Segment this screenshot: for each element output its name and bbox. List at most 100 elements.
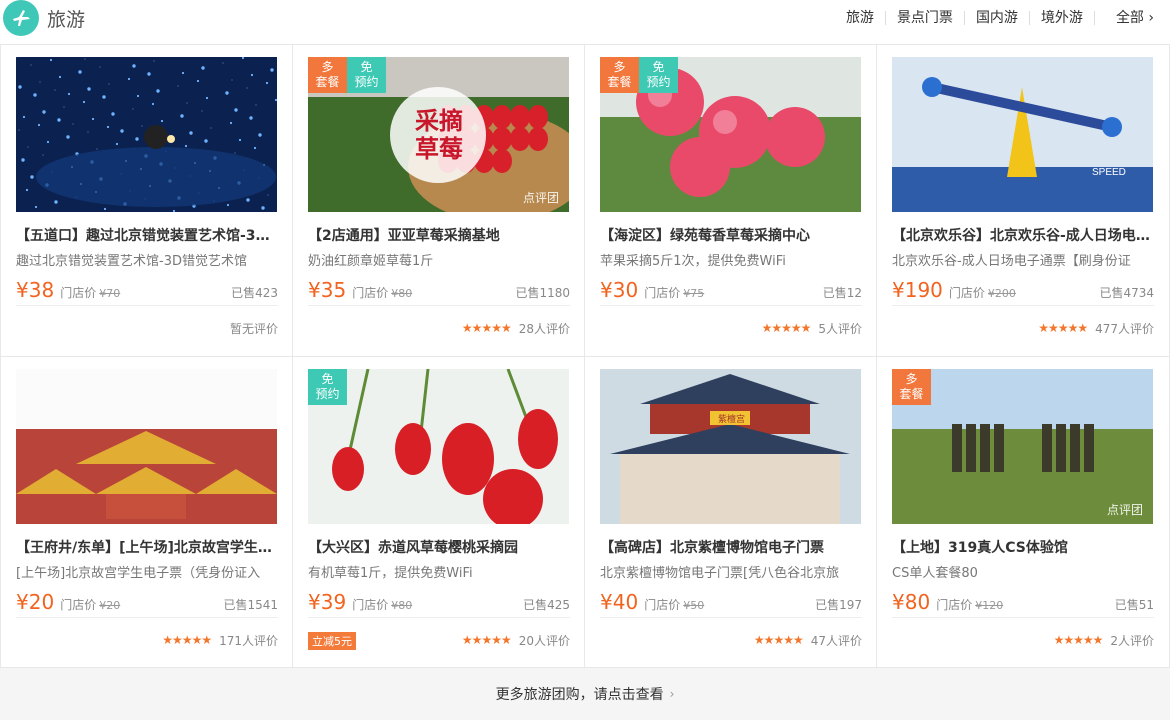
star-rating-icon: ★★★★★ bbox=[1053, 633, 1104, 647]
category-heading: 旅游 bbox=[0, 0, 85, 36]
review-count[interactable]: 5人评价 bbox=[818, 320, 862, 337]
star-rating-icon: ★★★★★ bbox=[461, 321, 512, 335]
original-price-label: 门店价 bbox=[60, 286, 97, 300]
review-count[interactable]: 28人评价 bbox=[519, 320, 570, 337]
deal-title[interactable]: 【五道口】趣过北京错觉装置艺术馆-3D错觉艺术馆 bbox=[16, 225, 278, 245]
deal-card[interactable]: 【王府井/东单】[上午场]北京故宫学生电子票 [上午场]北京故宫学生电子票（凭身… bbox=[1, 357, 293, 669]
original-price-label: 门店价 bbox=[60, 598, 97, 612]
original-price: ¥70 bbox=[99, 287, 121, 300]
deal-image[interactable] bbox=[16, 369, 277, 524]
star-rating-icon: ★★★★★ bbox=[162, 633, 212, 647]
price-row: ¥20 门店价 ¥20 已售1541 bbox=[16, 590, 278, 618]
price-row: ¥35 门店价 ¥80 已售1180 bbox=[308, 278, 570, 306]
original-price-label: 门店价 bbox=[644, 598, 681, 612]
price-row: ¥40 门店价 ¥50 已售197 bbox=[600, 590, 862, 618]
deal-card[interactable]: 免预约 【大兴区】赤道风草莓樱桃采摘园 有机草莓1斤，提供免费WiFi ¥39 … bbox=[293, 357, 585, 669]
deal-price: ¥40 bbox=[600, 590, 639, 614]
star-rating-icon: ★★★★★ bbox=[1038, 321, 1088, 335]
deal-tag: 免预约 bbox=[308, 369, 347, 405]
deal-price: ¥39 bbox=[308, 590, 347, 614]
deal-image[interactable]: 多套餐点评团 bbox=[892, 369, 1153, 524]
review-count[interactable]: 47人评价 bbox=[811, 632, 862, 649]
sold-count: 已售423 bbox=[231, 286, 278, 300]
deal-title[interactable]: 【2店通用】亚亚草莓采摘基地 bbox=[308, 225, 570, 245]
deal-price: ¥38 bbox=[16, 278, 55, 302]
deal-tag: 免预约 bbox=[347, 57, 386, 93]
price-row: ¥38 门店价 ¥70 已售423 bbox=[16, 278, 278, 306]
chevron-right-icon: › bbox=[1148, 10, 1154, 26]
price-row: ¥190 门店价 ¥200 已售4734 bbox=[892, 278, 1154, 306]
price-row: ¥80 门店价 ¥120 已售51 bbox=[892, 590, 1154, 618]
deal-title[interactable]: 【王府井/东单】[上午场]北京故宫学生电子票 bbox=[16, 537, 278, 557]
deal-subtitle: [上午场]北京故宫学生电子票（凭身份证入 bbox=[16, 566, 261, 581]
original-price-label: 门店价 bbox=[936, 598, 973, 612]
rating-row: ★★★★★ 28人评价 bbox=[308, 319, 570, 337]
deal-card[interactable]: SPEED 【北京欢乐谷】北京欢乐谷-成人日场电子通票 北京欢乐谷-成人日场电子… bbox=[877, 45, 1169, 357]
deal-image[interactable]: 免预约 bbox=[308, 369, 569, 524]
plane-icon bbox=[3, 0, 39, 36]
original-price: ¥75 bbox=[683, 287, 705, 300]
sold-count: 已售12 bbox=[822, 286, 862, 300]
deal-card[interactable]: 多套餐点评团 【上地】319真人CS体验馆 CS单人套餐80 ¥80 门店价 ¥… bbox=[877, 357, 1169, 669]
sold-count: 已售1180 bbox=[515, 286, 570, 300]
review-count[interactable]: 2人评价 bbox=[1110, 632, 1154, 649]
nav-tickets[interactable]: 景点门票 bbox=[886, 11, 965, 25]
sold-count: 已售197 bbox=[815, 598, 862, 612]
original-price-label: 门店价 bbox=[352, 598, 389, 612]
watermark: 点评团 bbox=[1106, 503, 1143, 517]
original-price: ¥80 bbox=[391, 599, 413, 612]
star-rating-icon: ★★★★★ bbox=[753, 633, 804, 647]
chevron-right-icon: › bbox=[669, 687, 675, 701]
svg-text:紫檀宫: 紫檀宫 bbox=[718, 413, 745, 425]
svg-text:SPEED: SPEED bbox=[1092, 167, 1126, 178]
more-deals-link[interactable]: 更多旅游团购，请点击查看 › bbox=[0, 668, 1170, 720]
deal-image[interactable]: 多套餐免预约 采摘草莓 点评团 bbox=[308, 57, 569, 212]
rating-row: ★★★★★ 5人评价 bbox=[600, 319, 862, 337]
deal-subtitle: 北京紫檀博物馆电子门票[凭八色谷北京旅 bbox=[600, 566, 840, 581]
deal-tag: 多套餐 bbox=[308, 57, 347, 93]
sold-count: 已售51 bbox=[1114, 598, 1154, 612]
deal-subtitle: CS单人套餐80 bbox=[892, 566, 978, 581]
deal-subtitle: 趣过北京错觉装置艺术馆-3D错觉艺术馆 bbox=[16, 254, 247, 269]
image-caption: 采摘草莓 bbox=[415, 107, 463, 163]
deal-price: ¥80 bbox=[892, 590, 931, 614]
original-price: ¥200 bbox=[987, 287, 1016, 300]
deal-tags: 多套餐免预约 bbox=[600, 57, 678, 93]
review-count[interactable]: 477人评价 bbox=[1095, 320, 1154, 337]
review-count[interactable]: 171人评价 bbox=[219, 632, 278, 649]
rating-row: ★★★★★ 171人评价 bbox=[16, 631, 278, 649]
deal-card[interactable]: 多套餐免预约 采摘草莓 点评团 【2店通用】亚亚草莓采摘基地 奶油红颜章姬草莓1斤 … bbox=[293, 45, 585, 357]
deal-title[interactable]: 【上地】319真人CS体验馆 bbox=[892, 537, 1154, 557]
nav-overseas[interactable]: 境外游 bbox=[1030, 11, 1095, 25]
more-deals-label: 更多旅游团购，请点击查看 bbox=[495, 687, 664, 703]
deal-card[interactable]: 多套餐免预约 【海淀区】绿苑莓香草莓采摘中心 苹果采摘5斤1次，提供免费WiFi… bbox=[585, 45, 877, 357]
category-header: 旅游 旅游 景点门票 国内游 境外游 全部 › bbox=[0, 0, 1170, 36]
deal-subtitle: 北京欢乐谷-成人日场电子通票【刷身份证 bbox=[892, 254, 1131, 269]
deal-title[interactable]: 【高碑店】北京紫檀博物馆电子门票 bbox=[600, 537, 862, 557]
deal-card[interactable]: 【五道口】趣过北京错觉装置艺术馆-3D错觉艺术馆 趣过北京错觉装置艺术馆-3D错… bbox=[1, 45, 293, 357]
deal-tag: 多套餐 bbox=[892, 369, 931, 405]
deal-image[interactable] bbox=[16, 57, 277, 212]
deal-title[interactable]: 【北京欢乐谷】北京欢乐谷-成人日场电子通票 bbox=[892, 225, 1154, 245]
deal-subtitle: 奶油红颜章姬草莓1斤 bbox=[308, 254, 434, 269]
deal-title[interactable]: 【大兴区】赤道风草莓樱桃采摘园 bbox=[308, 537, 570, 557]
sold-count: 已售1541 bbox=[223, 598, 278, 612]
review-count[interactable]: 20人评价 bbox=[519, 632, 570, 649]
deal-image[interactable]: SPEED bbox=[892, 57, 1153, 212]
nav-travel[interactable]: 旅游 bbox=[835, 11, 886, 25]
sold-count: 已售425 bbox=[523, 598, 570, 612]
deal-subtitle: 苹果采摘5斤1次，提供免费WiFi bbox=[600, 254, 786, 269]
deal-title[interactable]: 【海淀区】绿苑莓香草莓采摘中心 bbox=[600, 225, 862, 245]
deal-tags: 免预约 bbox=[308, 369, 347, 405]
review-count[interactable]: 暂无评价 bbox=[230, 320, 278, 337]
deal-tags: 多套餐免预约 bbox=[308, 57, 386, 93]
rating-row: ★★★★★ 47人评价 bbox=[600, 631, 862, 649]
deal-price: ¥20 bbox=[16, 590, 55, 614]
deal-tag: 多套餐 bbox=[600, 57, 639, 93]
nav-all[interactable]: 全部 › bbox=[1105, 11, 1154, 25]
deal-card[interactable]: 紫檀宫 【高碑店】北京紫檀博物馆电子门票 北京紫檀博物馆电子门票[凭八色谷北京旅… bbox=[585, 357, 877, 669]
deal-image[interactable]: 多套餐免预约 bbox=[600, 57, 861, 212]
nav-domestic[interactable]: 国内游 bbox=[965, 11, 1030, 25]
deal-image[interactable]: 紫檀宫 bbox=[600, 369, 861, 524]
original-price: ¥50 bbox=[683, 599, 705, 612]
